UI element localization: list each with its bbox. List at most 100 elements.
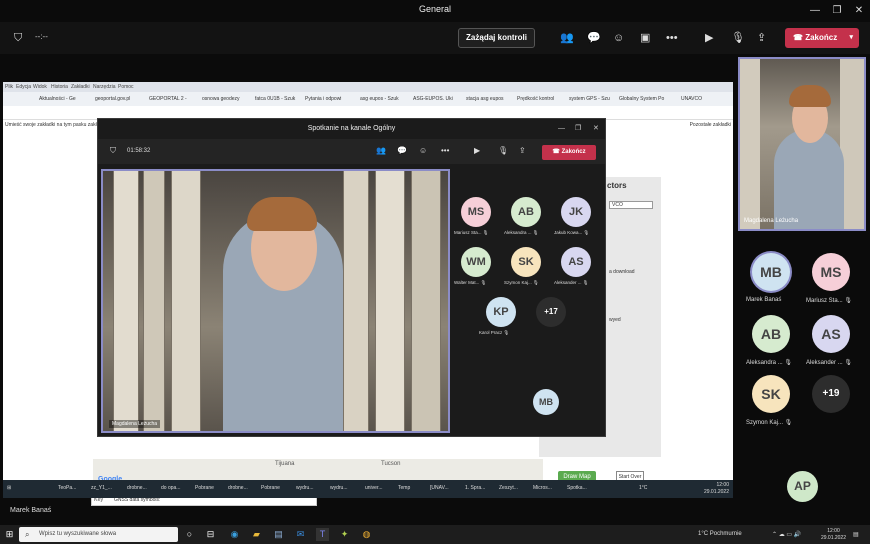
taskbar-item: Pobrane: [195, 485, 214, 491]
time: 12:00: [827, 528, 840, 534]
task-view-icon[interactable]: ○: [183, 528, 196, 541]
menu-item: Plik: [5, 84, 14, 90]
speaker-video[interactable]: Magdalena Leżucha: [101, 169, 450, 433]
teams-icon[interactable]: T: [316, 528, 329, 541]
camera-off-icon[interactable]: ▶: [705, 30, 713, 46]
start-icon: ⊞: [7, 485, 12, 491]
mail-icon[interactable]: ✉: [294, 528, 307, 541]
participant-avatar[interactable]: AB: [752, 315, 790, 353]
participant-avatar[interactable]: SK: [511, 247, 541, 277]
weather: 1°C: [639, 485, 648, 491]
people-icon[interactable]: 👥: [560, 30, 574, 46]
speaker-hair: [247, 197, 317, 231]
participant-name: Jakub Kowa... 🎙: [554, 230, 590, 235]
window-title: General: [418, 4, 452, 14]
participant-name: Aleksander ... 🎙: [554, 280, 589, 285]
map[interactable]: Tijuana Tucson: [93, 459, 543, 481]
panel-text: a download: [609, 269, 635, 275]
end-call-button[interactable]: ☎ Zakończ ▾: [785, 28, 859, 48]
browser-tab: fatca 0U1B - Szuk: [255, 96, 296, 102]
more-participants-button[interactable]: +19: [812, 375, 850, 413]
speaker-name: Magdalena Leżucha: [109, 420, 161, 428]
mic-icon[interactable]: 🎙: [498, 146, 508, 155]
participant-avatar[interactable]: WM: [461, 247, 491, 277]
participant-name: Walter Mat... 🎙: [454, 280, 487, 285]
participant-name: Mariusz Sta... 🎙: [806, 298, 852, 304]
share-icon[interactable]: ⇪: [519, 146, 526, 155]
close-button[interactable]: ✕: [848, 0, 870, 22]
speaker-figure: [774, 129, 844, 229]
chat-icon[interactable]: 💬: [587, 30, 601, 46]
browser-tab: Pytania i odpowi: [305, 96, 342, 102]
start-icon[interactable]: ⊞: [3, 528, 16, 541]
more-options-icon[interactable]: •••: [666, 30, 678, 46]
taskbar-item: [UNAV...: [430, 485, 449, 491]
participant-avatar[interactable]: SK: [752, 375, 790, 413]
participant-avatar[interactable]: JK: [561, 197, 591, 227]
participant-avatar[interactable]: AS: [561, 247, 591, 277]
taskbar-item: Zeszyt...: [499, 485, 518, 491]
taskbar-item: Spotka...: [567, 485, 587, 491]
taskbar-item: univer...: [365, 485, 383, 491]
bookmarks-hint: Umieść swoje zakładki na tym pasku zakła…: [5, 122, 108, 128]
participant-avatar[interactable]: MS: [812, 253, 850, 291]
browser-tab: ASG-EUPOS. Uki: [413, 96, 453, 102]
participant-avatar[interactable]: KP: [486, 297, 516, 327]
people-icon[interactable]: 👥: [376, 146, 386, 155]
edge-icon[interactable]: ◉: [228, 528, 241, 541]
meeting-end-button[interactable]: ☎ Zakończ: [542, 145, 596, 160]
chat-icon[interactable]: 💬: [397, 146, 407, 155]
meeting-end-label: Zakończ: [561, 149, 586, 155]
menu-item: Pomoc: [118, 84, 134, 90]
shared-taskbar: ⊞ TeoPa... zz_Y1_... drobne... do opa...…: [3, 480, 733, 498]
call-toolbar: ⛉ --:-- Zażądaj kontroli 👥 💬 ☺ ▣ ••• ▶ 🎙…: [0, 22, 870, 54]
meeting-title-bar: Spotkanie na kanale Ogólny — ❐ ✕: [98, 119, 605, 139]
search-input[interactable]: ⌕ Wpisz tu wyszukiwane słowa: [19, 527, 178, 542]
inner-date: 29.01.2022: [703, 489, 729, 495]
folder-icon[interactable]: ▰: [250, 528, 263, 541]
reactions-icon[interactable]: ☺: [419, 146, 427, 155]
tray-icons[interactable]: ⌃ ☁ ▭ 🔊: [772, 531, 801, 538]
participant-name: Marek Banaś: [746, 297, 782, 303]
network-select[interactable]: VCO: [609, 201, 653, 209]
participant-name: Karol Pracz 🎙: [479, 330, 510, 335]
mic-off-icon[interactable]: 🎙: [731, 30, 745, 46]
minimize-button[interactable]: —: [804, 0, 826, 22]
participant-avatar[interactable]: AS: [812, 315, 850, 353]
chevron-down-icon[interactable]: ▾: [849, 28, 853, 48]
close-icon[interactable]: ✕: [593, 119, 599, 139]
request-control-button[interactable]: Zażądaj kontroli: [458, 28, 535, 48]
participant-avatar[interactable]: MB: [752, 253, 790, 291]
taskbar-item: TeoPa...: [58, 485, 77, 491]
store-icon[interactable]: ▤: [272, 528, 285, 541]
more-options-icon[interactable]: •••: [441, 146, 449, 155]
end-call-label: Zakończ: [805, 33, 838, 42]
other-bookmarks: Pozostałe zakładki: [689, 122, 731, 128]
participant-avatar[interactable]: AB: [511, 197, 541, 227]
participant-name: Aleksander ... 🎙: [806, 360, 852, 366]
share-icon[interactable]: ⇪: [757, 30, 766, 46]
participant-avatar[interactable]: MS: [461, 197, 491, 227]
minimize-icon[interactable]: —: [558, 119, 565, 139]
restore-button[interactable]: ❐: [826, 0, 848, 22]
browser-tab: stacja asg eupos: [466, 96, 504, 102]
pinned-video[interactable]: Magdalena Leżucha: [738, 57, 866, 231]
panel-text: wyed: [609, 317, 621, 323]
restore-icon[interactable]: ❐: [575, 119, 581, 139]
windows-taskbar: ⊞ ⌕ Wpisz tu wyszukiwane słowa ○ ⊟ ◉ ▰ ▤…: [0, 525, 870, 544]
participant-name: Mariusz Sta... 🎙: [454, 230, 489, 235]
clock[interactable]: 12:00 29.01.2022: [821, 528, 846, 542]
menu-item: Widok: [33, 84, 47, 90]
more-participants-button[interactable]: +17: [536, 297, 566, 327]
chrome-icon[interactable]: ◍: [360, 528, 373, 541]
browser-tab: Prędkość kontrol: [517, 96, 555, 102]
weather-status[interactable]: 1°C Pochmurnie: [698, 531, 742, 537]
rooms-icon[interactable]: ▣: [640, 30, 650, 46]
app-icon[interactable]: ✦: [338, 528, 351, 541]
notifications-icon[interactable]: ▤: [853, 531, 859, 538]
meeting-title: Spotkanie na kanale Ogólny: [307, 125, 396, 132]
meeting-timer: 01:58:32: [127, 148, 151, 154]
reactions-icon[interactable]: ☺: [613, 30, 624, 46]
camera-icon[interactable]: ▶: [474, 146, 480, 155]
widgets-icon[interactable]: ⊟: [204, 528, 217, 541]
